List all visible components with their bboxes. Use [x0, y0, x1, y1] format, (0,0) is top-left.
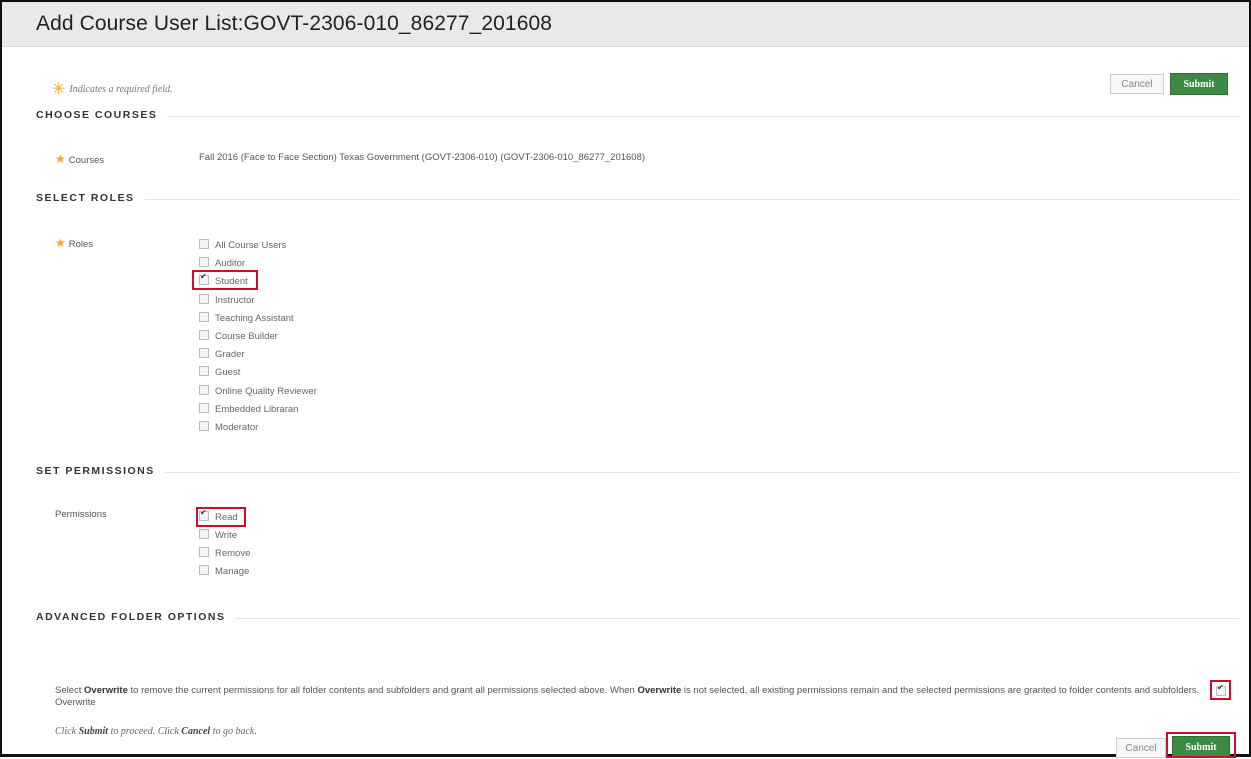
checkbox-label: Grader	[215, 349, 245, 361]
checkbox-label: Auditor	[215, 258, 246, 270]
permission-option-3[interactable]: Manage	[199, 565, 249, 579]
cancel-button-bottom[interactable]: Cancel	[1116, 738, 1166, 758]
courses-label: ★ Courses	[55, 152, 105, 166]
page-frame: Add Course User List:GOVT-2306-010_86277…	[0, 0, 1251, 758]
role-option-10[interactable]: Moderator	[199, 421, 258, 435]
checkbox[interactable]	[199, 239, 209, 249]
read-highlight-box	[196, 507, 246, 527]
student-highlight-box	[192, 270, 258, 290]
role-option-4[interactable]: Teaching Assistant	[199, 311, 294, 326]
checkbox[interactable]	[199, 293, 209, 304]
permission-option-1[interactable]: Write	[199, 529, 237, 543]
section-set-permissions: SET PERMISSIONS	[36, 465, 1239, 479]
required-note: ✳ Indicates a required field.	[52, 81, 173, 98]
role-option-3[interactable]: Instructor	[199, 293, 255, 308]
submit-highlight-box	[1166, 732, 1236, 758]
role-option-5[interactable]: Course Builder	[199, 330, 278, 344]
checkbox[interactable]	[199, 565, 209, 575]
permissions-label: Permissions	[55, 509, 107, 520]
checkbox[interactable]	[199, 311, 209, 322]
submit-button-top[interactable]: Submit	[1170, 73, 1228, 95]
checkbox-label: Remove	[215, 548, 251, 559]
section-divider	[36, 472, 1239, 473]
footer-instructions: Click Submit to proceed. Click Cancel to…	[55, 726, 257, 737]
checkbox[interactable]	[199, 529, 209, 539]
overwrite-highlight-box	[1210, 680, 1231, 700]
checkbox-label: Guest	[215, 367, 241, 379]
permission-option-2[interactable]: Remove	[199, 547, 250, 561]
role-option-8[interactable]: Online Quality Reviewer	[199, 384, 317, 399]
checkbox-label: Moderator	[215, 422, 259, 433]
section-divider	[36, 116, 1239, 117]
checkbox-label: Instructor	[215, 294, 255, 306]
role-option-9[interactable]: Embedded Libraran	[199, 402, 299, 417]
section-select-roles: SELECT ROLES	[36, 192, 1239, 206]
courses-value: Fall 2016 (Face to Face Section) Texas G…	[199, 152, 646, 163]
checkbox[interactable]	[199, 421, 209, 431]
page-title: Add Course User List:GOVT-2306-010_86277…	[36, 12, 553, 35]
required-star-icon: ✳	[52, 81, 66, 98]
cancel-button-top[interactable]: Cancel	[1110, 74, 1164, 94]
checkbox[interactable]	[199, 547, 209, 557]
checkbox-label: All Course Users	[215, 240, 287, 251]
section-title: ADVANCED FOLDER OPTIONS	[36, 611, 236, 623]
checkbox[interactable]	[199, 330, 209, 340]
section-choose-courses: CHOOSE COURSES	[36, 109, 1239, 123]
checkbox[interactable]	[199, 366, 209, 377]
title-bar: Add Course User List:GOVT-2306-010_86277…	[2, 2, 1249, 47]
overwrite-description: Select Overwrite to remove the current p…	[55, 685, 1200, 708]
overwrite-label: Overwrite	[55, 697, 96, 708]
checkbox[interactable]	[199, 402, 209, 413]
checkbox-label: Online Quality Reviewer	[215, 385, 317, 397]
section-title: CHOOSE COURSES	[36, 109, 168, 121]
section-title: SELECT ROLES	[36, 192, 145, 204]
checkbox[interactable]	[199, 257, 209, 268]
checkbox-label: Course Builder	[215, 331, 278, 342]
section-title: SET PERMISSIONS	[36, 465, 165, 477]
checkbox[interactable]	[199, 348, 209, 359]
section-advanced-folder-options: ADVANCED FOLDER OPTIONS	[36, 611, 1239, 625]
role-option-6[interactable]: Grader	[199, 348, 245, 362]
section-divider	[36, 199, 1239, 200]
role-option-7[interactable]: Guest	[199, 366, 240, 380]
roles-label: ★ Roles	[55, 236, 94, 250]
checkbox-label: Manage	[215, 566, 250, 577]
checkbox-label: Teaching Assistant	[215, 312, 294, 324]
checkbox[interactable]	[199, 384, 209, 395]
checkbox-label: Embedded Libraran	[215, 403, 299, 415]
required-star-icon: ★	[55, 236, 66, 250]
required-star-icon: ★	[55, 152, 66, 166]
checkbox-label: Write	[215, 530, 237, 541]
role-option-0[interactable]: All Course Users	[199, 239, 286, 253]
